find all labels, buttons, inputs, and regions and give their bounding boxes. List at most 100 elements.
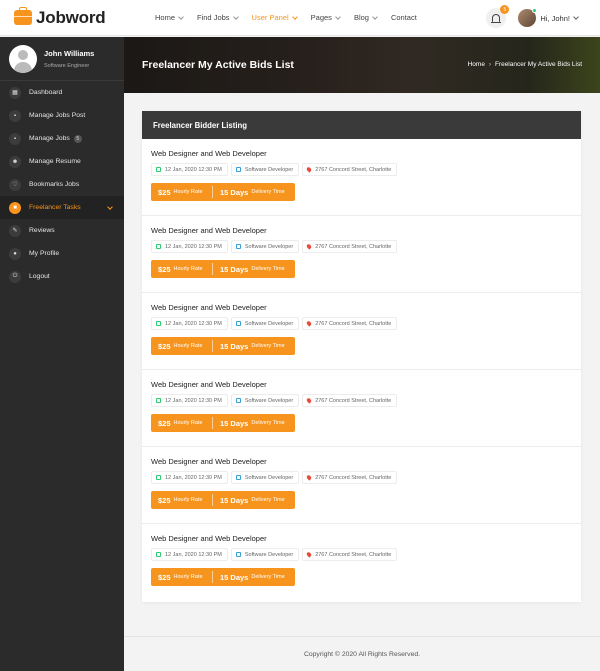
heart-icon: ♡ [9, 178, 21, 191]
delivery-time-label: Delivery Time [251, 189, 285, 195]
nav-contact[interactable]: Contact [391, 13, 417, 22]
sidebar-item-freelancer-tasks[interactable]: ■ Freelancer Tasks [0, 196, 124, 219]
bid-location: 2767 Concord Street, Charlotte [302, 317, 398, 330]
briefcase-icon [235, 244, 241, 249]
logo[interactable]: Jobword [14, 7, 142, 28]
chevron-down-icon [178, 13, 184, 20]
breadcrumb-separator: › [488, 61, 491, 68]
bid-date: 12 Jan, 2020 12:30 PM [151, 394, 228, 407]
nav-find-jobs[interactable]: Find Jobs [197, 13, 239, 22]
bid-title[interactable]: Web Designer and Web Developer [151, 534, 581, 543]
comment-icon: ✎ [9, 224, 21, 237]
delivery-time-value: 15 Days [220, 187, 249, 197]
sidebar-item-label: Bookmarks Jobs [29, 181, 80, 188]
bid-location-text: 2767 Concord Street, Charlotte [315, 551, 392, 558]
sidebar-item-label: Manage Resume [29, 158, 81, 165]
bid-location: 2767 Concord Street, Charlotte [302, 548, 398, 561]
notification-badge: 5 [500, 5, 510, 14]
delivery-time-label: Delivery Time [251, 343, 285, 349]
bid-date: 12 Jan, 2020 12:30 PM [151, 240, 228, 253]
briefcase-icon [235, 398, 241, 403]
map-pin-icon [306, 551, 313, 558]
bid-date: 12 Jan, 2020 12:30 PM [151, 317, 228, 330]
bid-location-text: 2767 Concord Street, Charlotte [315, 166, 392, 173]
hourly-rate: $25 Hourly Rate [151, 186, 213, 198]
delivery-time: 15 Days Delivery Time [213, 186, 285, 198]
nav-home[interactable]: Home [155, 13, 184, 22]
calendar-icon [156, 167, 161, 172]
bid-date-text: 12 Jan, 2020 12:30 PM [165, 243, 222, 250]
briefcase-icon [235, 552, 241, 557]
map-pin-icon [306, 320, 313, 327]
bid-date: 12 Jan, 2020 12:30 PM [151, 471, 228, 484]
bid-title[interactable]: Web Designer and Web Developer [151, 226, 581, 235]
briefcase-logo-icon [14, 7, 32, 25]
sidebar-item-my-profile[interactable]: ● My Profile [0, 242, 124, 265]
bid-date-text: 12 Jan, 2020 12:30 PM [165, 166, 222, 173]
sidebar-item-label: Manage Jobs [29, 135, 70, 142]
hourly-rate-label: Hourly Rate [173, 574, 203, 580]
bid-date-text: 12 Jan, 2020 12:30 PM [165, 474, 222, 481]
profile-name: John Williams [44, 48, 95, 58]
bid-item: Web Designer and Web Developer 12 Jan, 2… [142, 447, 581, 524]
hourly-rate: $25 Hourly Rate [151, 340, 213, 352]
count-badge: 5 [73, 134, 82, 143]
bid-location-text: 2767 Concord Street, Charlotte [315, 243, 392, 250]
bid-location: 2767 Concord Street, Charlotte [302, 163, 398, 176]
hourly-rate-value: $25 [158, 187, 171, 197]
page-hero-banner: Freelancer My Active Bids List Home › Fr… [124, 37, 600, 93]
sidebar-item-label: Reviews [29, 227, 55, 234]
bid-title[interactable]: Web Designer and Web Developer [151, 149, 581, 158]
calendar-icon [156, 475, 161, 480]
bid-rate-bar: $25 Hourly Rate 15 Days Delivery Time [151, 337, 295, 355]
breadcrumb-current: Freelancer My Active Bids List [494, 61, 582, 68]
sidebar-item-manage-jobs[interactable]: ▪ Manage Jobs 5 [0, 127, 124, 150]
sidebar-item-label: Manage Jobs Post [29, 112, 86, 119]
sidebar-item-manage-resume[interactable]: ☻ Manage Resume [0, 150, 124, 173]
chevron-down-icon [573, 14, 579, 20]
profile-role: Software Engineer [44, 62, 90, 69]
bid-category: Software Developer [230, 240, 300, 253]
sidebar-item-manage-jobs-post[interactable]: ▪ Manage Jobs Post [0, 104, 124, 127]
briefcase-icon [235, 167, 241, 172]
sidebar-item-dashboard[interactable]: ▦ Dashboard [0, 81, 124, 104]
bid-location-text: 2767 Concord Street, Charlotte [315, 397, 392, 404]
notifications-button[interactable]: 5 [486, 5, 510, 28]
sidebar-menu: ▦ Dashboard ▪ Manage Jobs Post ▪ Manage Job… [0, 81, 124, 288]
calendar-icon [156, 398, 161, 403]
bid-date-text: 12 Jan, 2020 12:30 PM [165, 397, 222, 404]
bid-title[interactable]: Web Designer and Web Developer [151, 457, 581, 466]
bid-list: Web Designer and Web Developer 12 Jan, 2… [142, 139, 581, 601]
map-pin-icon [306, 243, 313, 250]
sidebar-item-label: My Profile [29, 250, 60, 257]
copyright-text: Copyright © 2020 All Rights Reserved. [303, 650, 421, 658]
bid-rate-bar: $25 Hourly Rate 15 Days Delivery Time [151, 568, 295, 586]
hourly-rate-value: $25 [158, 495, 171, 505]
bid-title[interactable]: Web Designer and Web Developer [151, 380, 581, 389]
bid-location-text: 2767 Concord Street, Charlotte [315, 320, 392, 327]
bid-item: Web Designer and Web Developer 12 Jan, 2… [142, 139, 581, 216]
sidebar-item-reviews[interactable]: ✎ Reviews [0, 219, 124, 242]
avatar[interactable] [518, 8, 538, 27]
nav-blog[interactable]: Blog [354, 13, 378, 22]
hourly-rate: $25 Hourly Rate [151, 494, 213, 506]
hourly-rate-label: Hourly Rate [173, 189, 203, 195]
map-pin-icon [306, 397, 313, 404]
sidebar-item-bookmarks[interactable]: ♡ Bookmarks Jobs [0, 173, 124, 196]
dashboard-icon: ▦ [9, 86, 21, 99]
delivery-time: 15 Days Delivery Time [213, 417, 285, 429]
bid-category-text: Software Developer [244, 551, 294, 558]
bid-location: 2767 Concord Street, Charlotte [302, 240, 398, 253]
hourly-rate-value: $25 [158, 341, 171, 351]
bell-icon [491, 14, 502, 23]
nav-user-panel[interactable]: User Panel [252, 13, 298, 22]
breadcrumb-home[interactable]: Home [468, 61, 485, 68]
nav-pages[interactable]: Pages [311, 13, 341, 22]
hourly-rate-value: $25 [158, 572, 171, 582]
bid-title[interactable]: Web Designer and Web Developer [151, 303, 581, 312]
sidebar-item-logout[interactable]: ⏻ Logout [0, 265, 124, 288]
user-menu[interactable]: Hi, John! [540, 14, 579, 23]
bid-item: Web Designer and Web Developer 12 Jan, 2… [142, 524, 581, 601]
chevron-down-icon [372, 13, 378, 20]
power-icon: ⏻ [9, 270, 21, 283]
